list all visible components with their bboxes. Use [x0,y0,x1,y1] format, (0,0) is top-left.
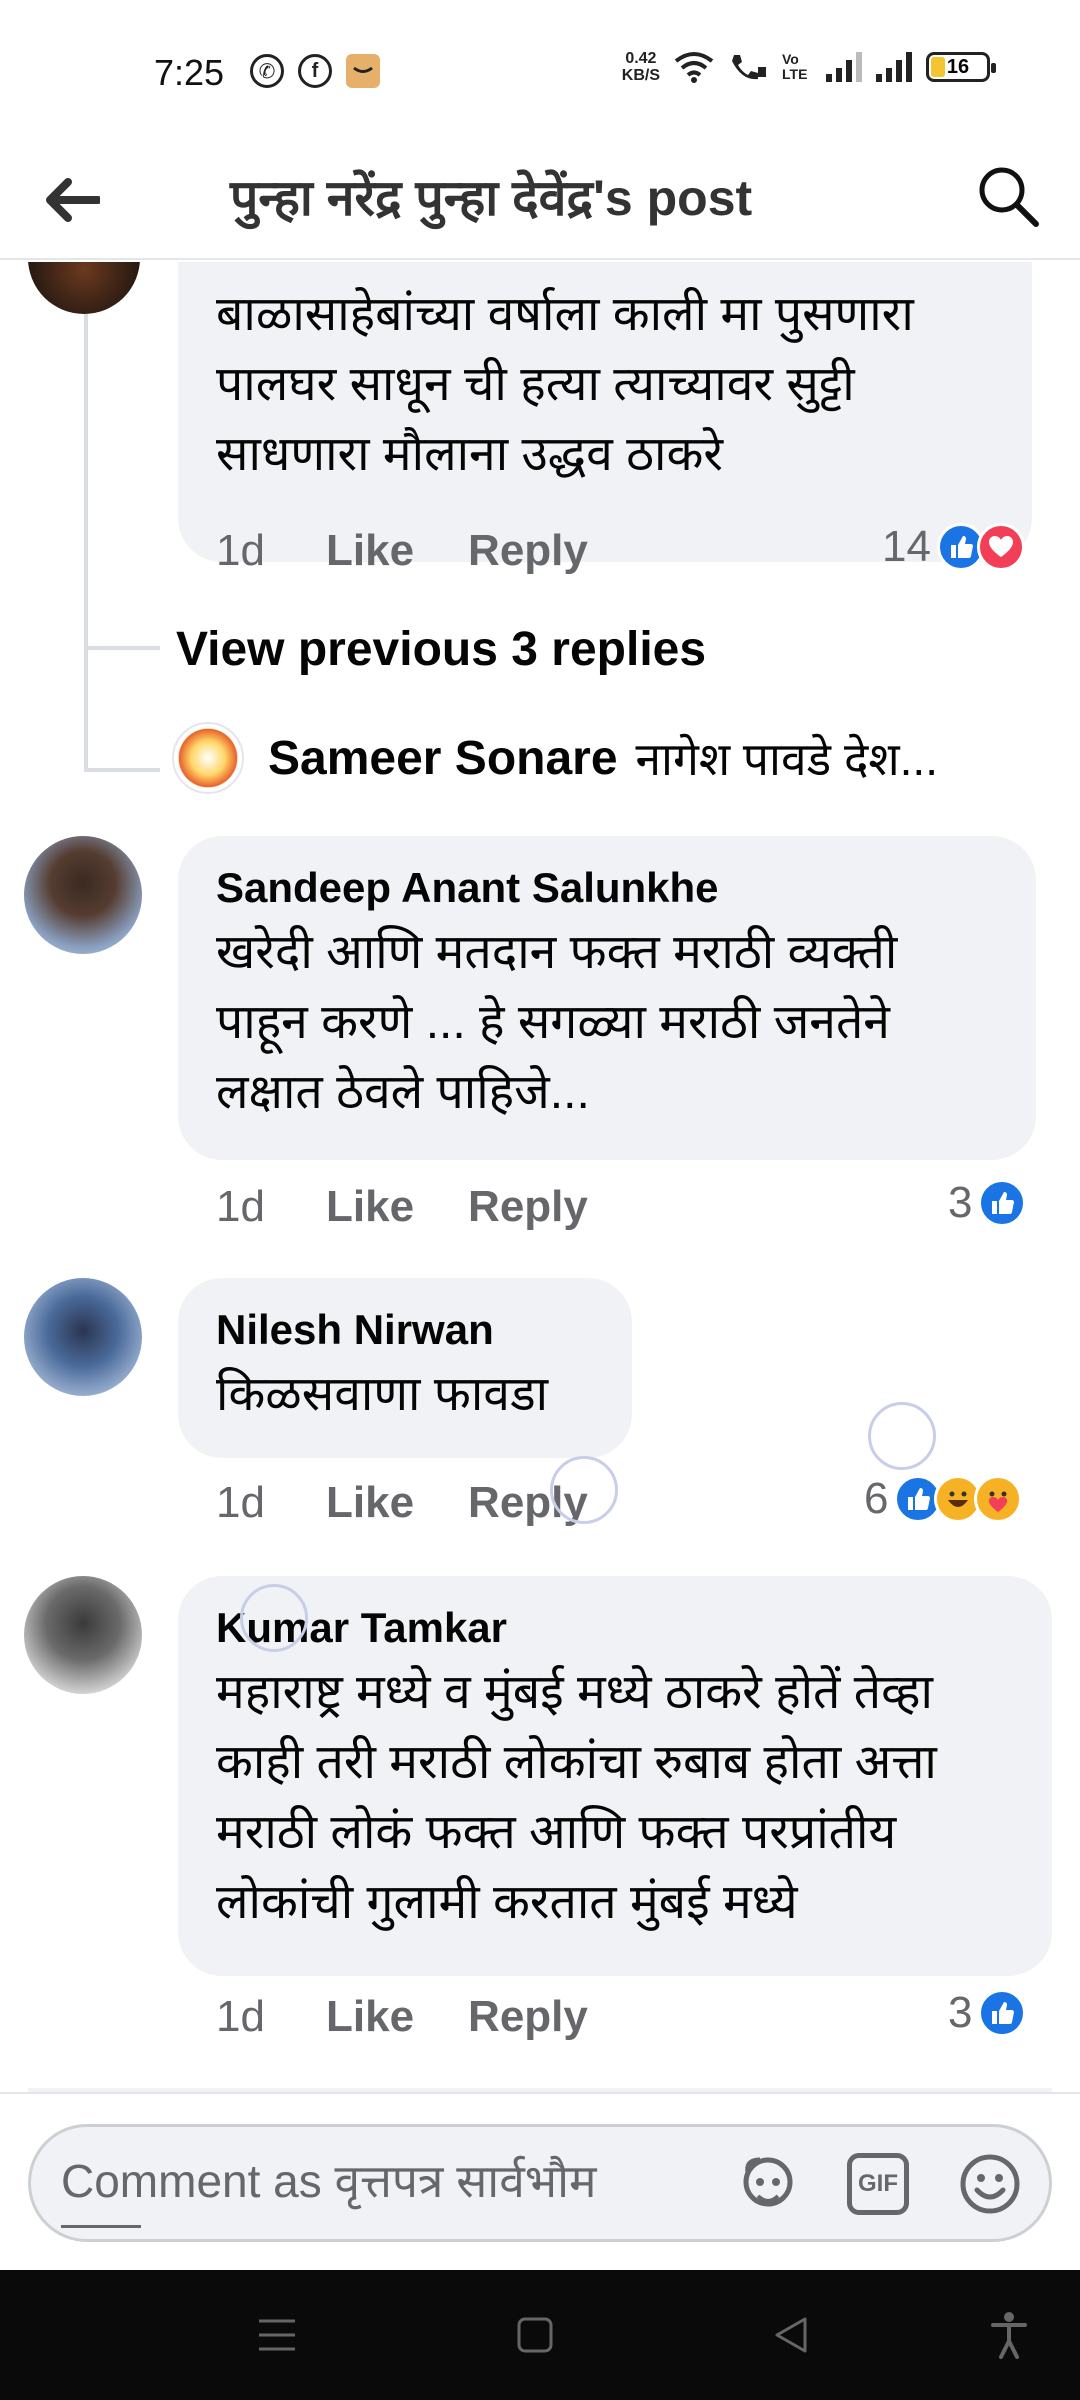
view-previous-replies-link[interactable]: View previous 3 replies [176,622,706,677]
menu-nav-button[interactable] [252,2310,302,2360]
net-speed-value: 0.42 [625,50,657,67]
reply-preview-text: नागेश पावडे देश... [635,733,938,785]
comment-text: खरेदी आणि मतदान फक्त मराठी व्यक्ती पाहून… [216,926,898,1119]
like-button[interactable]: Like [326,526,414,576]
comment-text: महाराष्ट्र मध्ये व मुंबई मध्ये ठाकरे होत… [216,1666,937,1929]
comment-bubble[interactable]: बाळासाहेबांच्या वर्षाला काली मा पुसणारा … [178,262,1032,562]
signal-1-icon [826,52,862,82]
comment-bubble[interactable]: Kumar Tamkar महाराष्ट्र मध्ये व मुंबई मध… [178,1576,1052,1976]
back-arrow-icon [46,178,100,222]
like-button[interactable]: Like [326,1182,414,1232]
signal-2-icon [876,52,912,82]
commenter-avatar[interactable] [28,262,140,314]
commenter-avatar[interactable] [24,1576,142,1694]
comment-text: बाळासाहेबांच्या वर्षाला काली मा पुसणारा … [216,288,914,481]
reply-author-avatar[interactable] [172,722,244,794]
comment-input[interactable]: Comment as वृत्तपत्र सार्वभौम GIF [28,2124,1052,2242]
reaction-summary[interactable]: 3 [948,1178,1027,1228]
care-reaction-icon [974,1475,1023,1523]
menu-icon [259,2319,295,2351]
battery-indicator: 16 [926,52,996,82]
like-button[interactable]: Like [326,1992,414,2042]
comment-time: 1d [216,526,265,575]
reaction-summary[interactable]: 3 [948,1988,1027,2038]
back-triangle-icon [775,2317,807,2353]
net-speed: 0.42 KB/S [622,50,660,84]
comment-text: किळसवाणा फावडा [216,1368,549,1421]
comment-author[interactable]: Kumar Tamkar [216,1604,1014,1652]
volte-label: Vo LTE [782,51,808,82]
wifi-calling-icon [732,55,766,80]
reaction-summary[interactable]: 6 [864,1474,1023,1524]
thread-line-branch [84,646,160,650]
reply-button[interactable]: Reply [468,1182,588,1232]
home-square-icon [517,2317,553,2353]
thread-line [84,262,88,772]
gif-label: GIF [847,2153,909,2215]
net-speed-unit: KB/S [621,67,660,84]
accessibility-button[interactable] [984,2310,1034,2360]
emoji-button[interactable] [953,2147,1027,2221]
system-navigation-bar [0,2270,1080,2400]
battery-level: 16 [946,55,970,78]
love-reaction-icon [976,523,1025,571]
search-icon [979,167,1039,227]
reaction-summary[interactable]: 14 [882,522,1025,572]
search-button[interactable] [968,156,1048,236]
comment-placeholder: Comment as वृत्तपत्र सार्वभौम [61,2155,597,2207]
touch-indicator [868,1402,936,1470]
whatsapp-icon: ✆ [250,54,284,88]
reply-author[interactable]: Sameer Sonare [268,731,618,786]
comment-actions: 1d Like Reply [216,1992,642,2042]
page-title: पुन्हा नरेंद्र पुन्हा देवेंद्र's post [230,170,753,226]
touch-indicator [240,1584,308,1652]
comment-time: 1d [216,1992,265,2041]
back-button[interactable] [40,168,104,232]
comment-bubble[interactable]: Sandeep Anant Salunkhe खरेदी आणि मतदान फ… [178,836,1036,1160]
comment-actions: 1d Like Reply [216,1182,642,1232]
like-reaction-icon [978,1179,1027,1227]
status-bar: 7:25 ✆ f 0.42 KB/S Vo LTE 16 [0,0,1080,140]
touch-indicator [550,1456,618,1524]
like-button[interactable]: Like [326,1478,414,1528]
wifi-icon [674,52,714,83]
comments-list[interactable]: बाळासाहेबांच्या वर्षाला काली मा पुसणारा … [0,262,1080,2092]
text-cursor-underline [61,2225,141,2228]
comment-actions: 1d Like Reply [216,526,642,576]
gif-button[interactable]: GIF [841,2147,915,2221]
comment-bubble[interactable]: Nilesh Nirwan किळसवाणा फावडा [178,1278,632,1458]
comment-author[interactable]: Nilesh Nirwan [216,1306,594,1354]
reaction-count: 14 [882,522,931,571]
status-app-icons: ✆ f [250,54,380,88]
amazon-icon [346,54,380,88]
commenter-avatar[interactable] [24,1278,142,1396]
comment-time: 1d [216,1182,265,1231]
emoji-icon [960,2154,1020,2214]
post-header: पुन्हा नरेंद्र पुन्हा देवेंद्र's post [0,140,1080,260]
commenter-avatar[interactable] [24,836,142,954]
reply-preview[interactable]: Sameer Sonare नागेश पावडे देश... [172,722,938,794]
like-reaction-icon [978,1989,1027,2037]
reply-button[interactable]: Reply [468,526,588,576]
reaction-count: 3 [948,1178,973,1227]
thread-line-branch [84,768,160,772]
back-nav-button[interactable] [766,2310,816,2360]
home-nav-button[interactable] [510,2310,560,2360]
comment-composer-bar: Comment as वृत्तपत्र सार्वभौम GIF [0,2092,1080,2270]
facebook-icon: f [298,54,332,88]
accessibility-icon [991,2312,1027,2359]
status-right-group: 0.42 KB/S Vo LTE 16 [622,50,996,84]
reply-button[interactable]: Reply [468,1992,588,2042]
avatar-sticker-button[interactable] [731,2147,805,2221]
status-time: 7:25 [154,52,225,93]
comment-author[interactable]: Sandeep Anant Salunkhe [216,864,998,912]
comment-time: 1d [216,1478,265,1527]
reaction-count: 6 [864,1474,889,1523]
reaction-count: 3 [948,1988,973,2037]
avatar-sticker-icon [743,2157,793,2207]
